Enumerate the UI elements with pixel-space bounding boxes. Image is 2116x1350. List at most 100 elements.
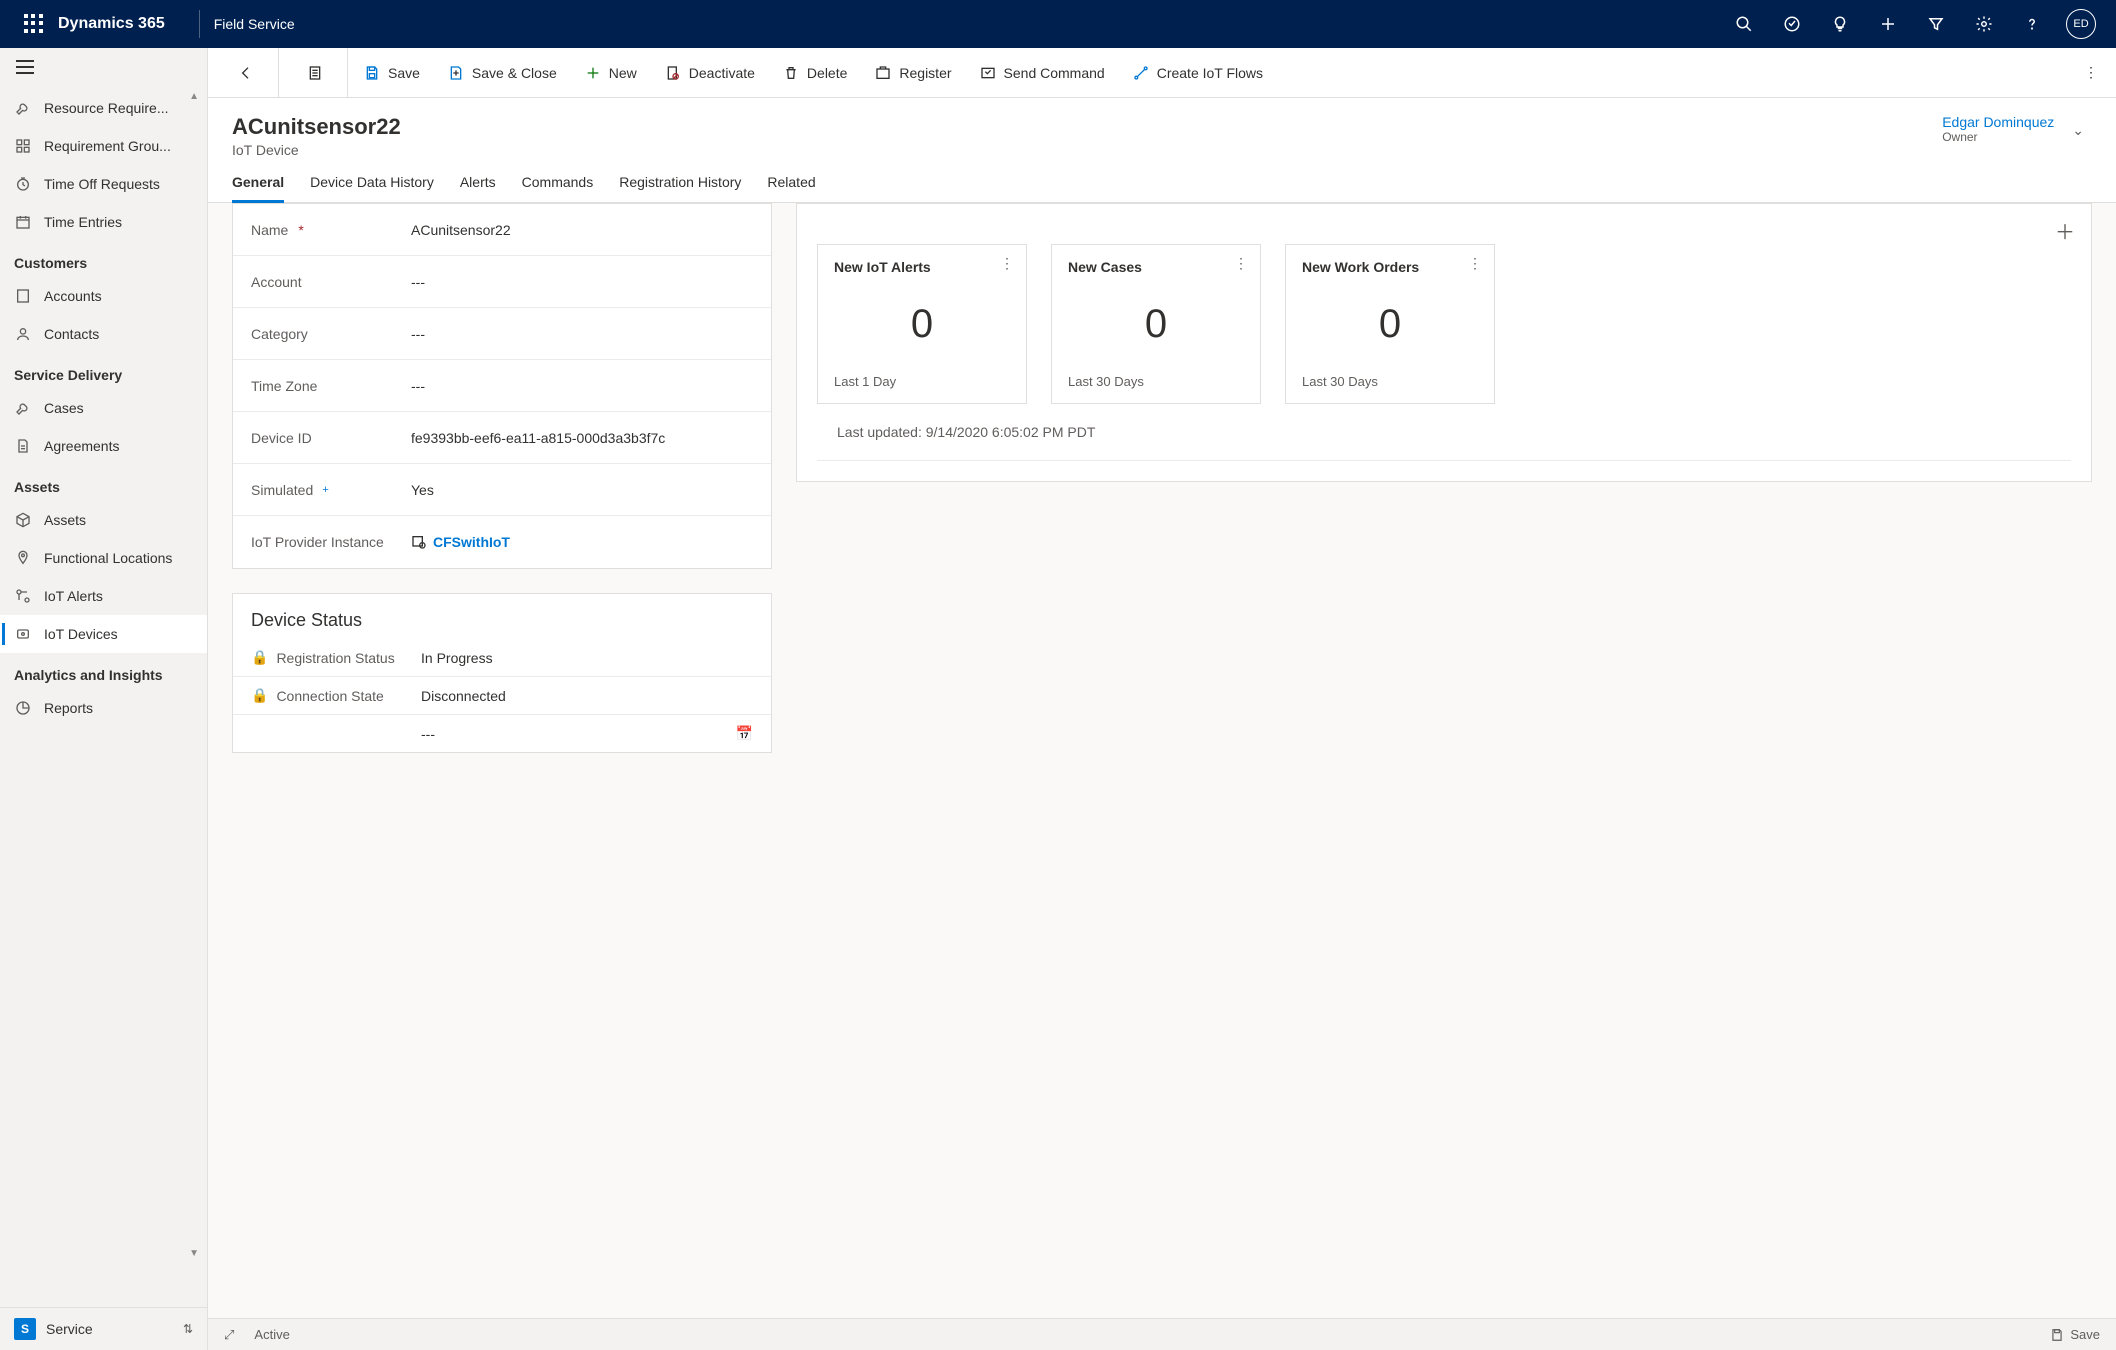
tab-general[interactable]: General [232, 174, 284, 202]
field-timezone[interactable]: Time Zone --- [233, 360, 771, 412]
register-button[interactable]: Register [863, 57, 963, 89]
help-icon[interactable] [2008, 0, 2056, 48]
grid-icon [14, 137, 32, 155]
new-button[interactable]: New [573, 57, 649, 89]
add-tile-button[interactable]: ＋ [2055, 216, 2075, 245]
sidebar-item-label: Time Off Requests [44, 176, 160, 192]
kpi-card: New IoT Alerts⋮0Last 1 Day [817, 244, 1027, 404]
general-form-card: Name* ACunitsensor22 Account --- Categor… [232, 203, 772, 569]
save-button[interactable]: Save [352, 57, 432, 89]
sidebar-item-requirement-grou-[interactable]: Requirement Grou... [0, 127, 207, 165]
lock-icon: 🔒 [251, 687, 268, 704]
sidebar-item-label: Functional Locations [44, 550, 172, 566]
device-status-card: Device Status 🔒Registration Status In Pr… [232, 593, 772, 753]
sidebar-item-resource-require-[interactable]: Resource Require... [0, 89, 207, 127]
sidebar-item-agreements[interactable]: Agreements [0, 427, 207, 465]
save-close-button[interactable]: Save & Close [436, 57, 569, 89]
sidebar-item-label: Accounts [44, 288, 102, 304]
field-name[interactable]: Name* ACunitsensor22 [233, 204, 771, 256]
sidebar-item-reports[interactable]: Reports [0, 689, 207, 727]
tab-registration-history[interactable]: Registration History [619, 174, 741, 202]
sidebar-item-accounts[interactable]: Accounts [0, 277, 207, 315]
field-name-value: ACunitsensor22 [411, 222, 753, 238]
sidebar-item-label: IoT Alerts [44, 588, 103, 604]
send-command-button[interactable]: Send Command [968, 57, 1117, 89]
tab-related[interactable]: Related [767, 174, 815, 202]
wrench-icon [14, 99, 32, 117]
tab-alerts[interactable]: Alerts [460, 174, 496, 202]
footer-save-button[interactable]: Save [2050, 1327, 2100, 1342]
lock-icon: 🔒 [251, 649, 268, 666]
kpi-footer: Last 30 Days [1302, 374, 1478, 389]
tab-commands[interactable]: Commands [522, 174, 594, 202]
delete-button[interactable]: Delete [771, 57, 859, 89]
area-switcher[interactable]: S Service ⇅ [0, 1307, 207, 1350]
chevron-down-icon[interactable]: ⌄ [2064, 114, 2092, 147]
nav-section-header: Assets [0, 465, 207, 501]
report-icon [14, 699, 32, 717]
sidebar-item-time-entries[interactable]: Time Entries [0, 203, 207, 241]
brand-label: Dynamics 365 [58, 15, 165, 33]
wrench-icon [14, 399, 32, 417]
lightbulb-icon[interactable] [1816, 0, 1864, 48]
owner-field[interactable]: Edgar Dominquez Owner [1942, 114, 2064, 144]
deactivate-button[interactable]: Deactivate [653, 57, 767, 89]
search-icon[interactable] [1720, 0, 1768, 48]
gear-icon[interactable] [1960, 0, 2008, 48]
kpi-card: New Cases⋮ 0Last 30 Days [1051, 244, 1261, 404]
app-launcher-icon[interactable] [24, 14, 44, 34]
kpi-card: New Work Orders⋮0Last 30 Days [1285, 244, 1495, 404]
kpi-more-button[interactable]: ⋮ [1000, 255, 1014, 272]
kpi-title: New IoT Alerts [834, 259, 1010, 275]
owner-label: Owner [1942, 130, 2054, 144]
filter-icon[interactable] [1912, 0, 1960, 48]
field-provider[interactable]: IoT Provider Instance CFSwithIoT [233, 516, 771, 568]
nav-section-header: Analytics and Insights [0, 653, 207, 689]
kpi-more-button[interactable]: ⋮ [1234, 255, 1248, 272]
nav-section-header: Customers [0, 241, 207, 277]
field-simulated[interactable]: Simulated + Yes [233, 464, 771, 516]
sidebar-item-contacts[interactable]: Contacts [0, 315, 207, 353]
command-bar: Save Save & Close New Deactivate Delete … [208, 48, 2116, 98]
clock-icon [14, 175, 32, 193]
app-name[interactable]: Field Service [214, 16, 295, 32]
field-provider-value[interactable]: CFSwithIoT [433, 534, 510, 550]
calendar-icon[interactable]: 📅 [736, 725, 753, 742]
task-icon[interactable] [1768, 0, 1816, 48]
sidebar-item-functional-locations[interactable]: Functional Locations [0, 539, 207, 577]
kpi-title: New Cases [1068, 259, 1244, 275]
user-avatar[interactable]: ED [2066, 9, 2096, 39]
field-registration-status: 🔒Registration Status In Progress [233, 639, 771, 677]
tab-device-data-history[interactable]: Device Data History [310, 174, 434, 202]
sidebar-item-label: Reports [44, 700, 93, 716]
add-icon[interactable] [1864, 0, 1912, 48]
scroll-down-icon[interactable]: ▼ [189, 1248, 199, 1259]
nav-section-header: Service Delivery [0, 353, 207, 389]
open-record-set-button[interactable] [295, 57, 335, 89]
kpi-footer: Last 1 Day [834, 374, 1010, 389]
kpi-more-button[interactable]: ⋮ [1468, 255, 1482, 272]
hamburger-icon[interactable] [0, 48, 207, 89]
field-account[interactable]: Account --- [233, 256, 771, 308]
last-updated-label: Last updated: 9/14/2020 6:05:02 PM PDT [817, 424, 2071, 461]
sidebar-item-cases[interactable]: Cases [0, 389, 207, 427]
sidebar-item-iot-alerts[interactable]: IoT Alerts [0, 577, 207, 615]
kpi-value: 0 [1068, 275, 1244, 374]
back-button[interactable] [226, 57, 266, 89]
kpi-footer: Last 30 Days [1068, 374, 1244, 389]
cube-icon [14, 511, 32, 529]
more-commands-button[interactable]: ⋮ [2072, 56, 2110, 89]
create-iot-flows-button[interactable]: Create IoT Flows [1121, 57, 1275, 89]
sidebar-item-iot-devices[interactable]: IoT Devices [0, 615, 207, 653]
field-date[interactable]: --- 📅 [233, 715, 771, 752]
sidebar-item-label: Contacts [44, 326, 99, 342]
field-deviceid[interactable]: Device ID fe9393bb-eef6-ea11-a815-000d3a… [233, 412, 771, 464]
sidebar-item-time-off-requests[interactable]: Time Off Requests [0, 165, 207, 203]
pin-icon [14, 549, 32, 567]
field-category[interactable]: Category --- [233, 308, 771, 360]
popout-icon[interactable]: ⤢ [224, 1327, 234, 1343]
device-status-title: Device Status [233, 594, 771, 639]
sidebar-item-assets[interactable]: Assets [0, 501, 207, 539]
tabs: General Device Data History Alerts Commands… [208, 158, 2116, 203]
sidebar-scroll: ▲ Resource Require...Requirement Grou...… [0, 89, 207, 1307]
